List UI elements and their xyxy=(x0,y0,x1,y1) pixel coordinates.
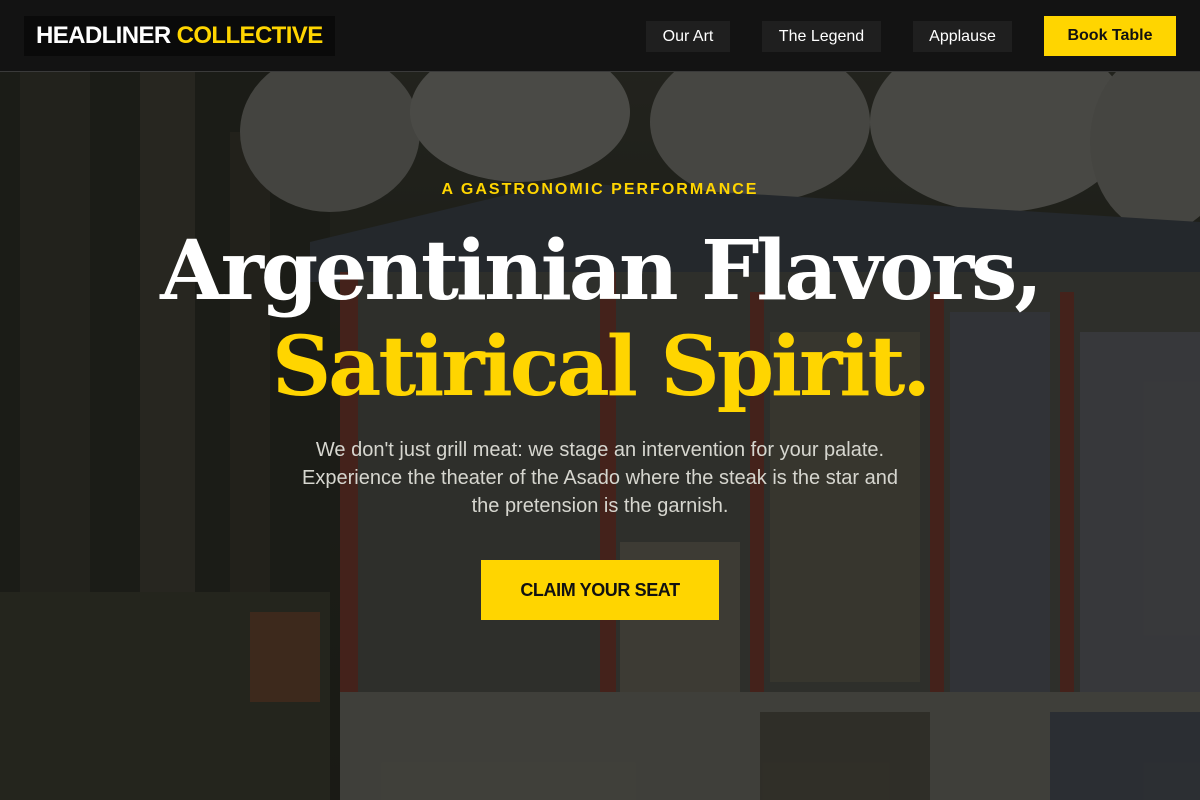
claim-your-seat-button[interactable]: CLAIM YOUR SEAT xyxy=(481,560,719,620)
nav-link-the-legend[interactable]: The Legend xyxy=(762,21,881,52)
top-navbar: HEADLINER COLLECTIVE Our Art The Legend … xyxy=(0,0,1200,72)
hero-subtitle-line: Experience the theater of the Asado wher… xyxy=(302,467,898,489)
hero-headline-line1: Argentinian Flavors, xyxy=(160,223,1043,319)
brand-name-part2: COLLECTIVE xyxy=(176,22,324,49)
hero-subtitle-line: the pretension is the garnish. xyxy=(471,495,729,517)
hero-subtitle-line: We don't just grill meat: we stage an in… xyxy=(315,439,885,461)
brand-logo[interactable]: HEADLINER COLLECTIVE xyxy=(24,16,335,56)
hero-eyebrow: A GASTRONOMIC PERFORMANCE xyxy=(441,181,759,198)
hero-headline-line2: Satirical Spirit. xyxy=(272,319,931,415)
book-table-button[interactable]: Book Table xyxy=(1044,16,1176,56)
nav-link-our-art[interactable]: Our Art xyxy=(646,21,730,52)
brand-name-part1: HEADLINER xyxy=(36,22,171,49)
nav-link-applause[interactable]: Applause xyxy=(913,21,1012,52)
